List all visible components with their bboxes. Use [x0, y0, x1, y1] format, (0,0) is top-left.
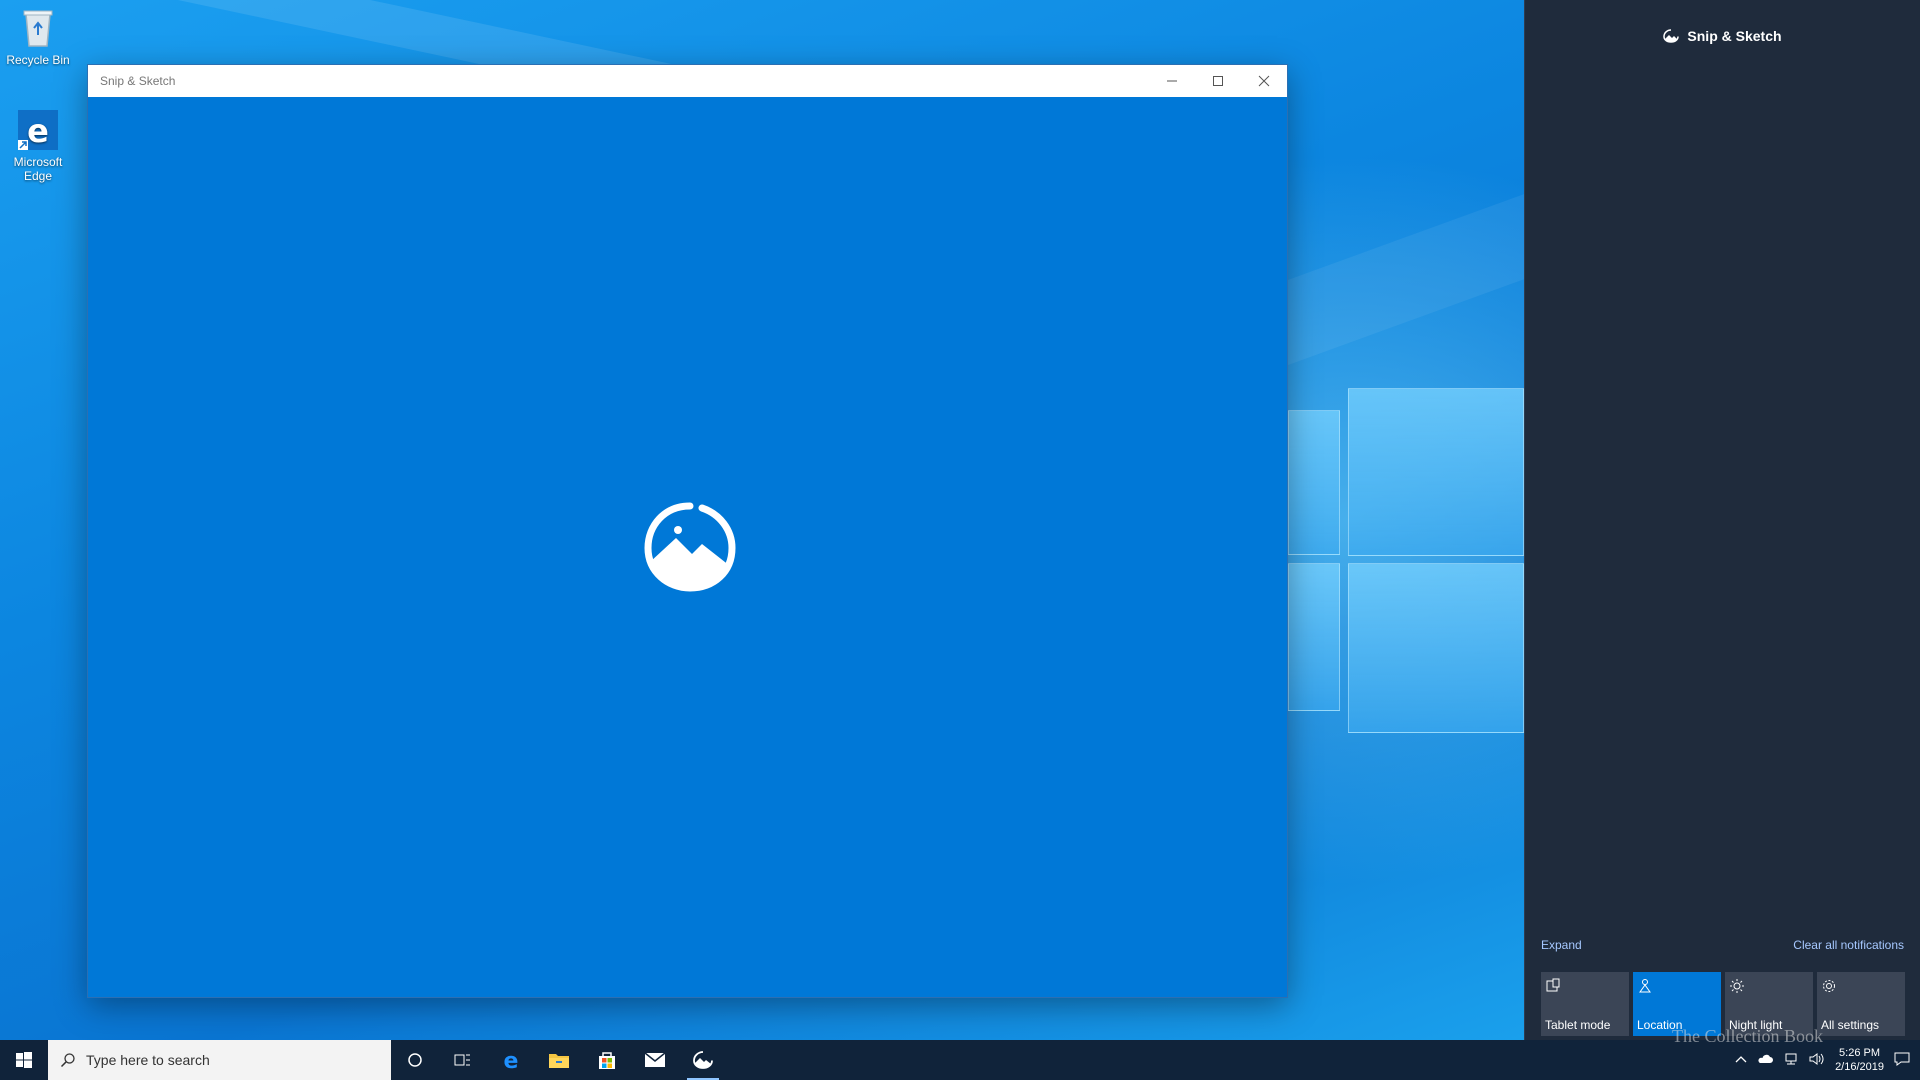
- edge-shortcut[interactable]: e Microsoft Edge: [0, 108, 76, 183]
- task-view-button[interactable]: [439, 1040, 487, 1080]
- svg-text:e: e: [27, 112, 49, 150]
- tile-label: Tablet mode: [1545, 1018, 1611, 1032]
- taskbar: Type here to search e 5:26 PM 2/16/2019: [0, 1040, 1920, 1080]
- volume-button[interactable]: [1809, 1052, 1825, 1069]
- close-icon: [1258, 75, 1270, 87]
- recycle-bin-shortcut[interactable]: Recycle Bin: [0, 6, 76, 67]
- location-icon: [1639, 979, 1651, 993]
- snip-sketch-taskbar-button[interactable]: [679, 1040, 727, 1080]
- search-box[interactable]: Type here to search: [48, 1040, 391, 1080]
- recycle-bin-icon: [16, 6, 60, 50]
- edge-icon: e: [16, 108, 60, 152]
- cortana-icon: [408, 1053, 422, 1067]
- chevron-up-icon: [1735, 1056, 1747, 1063]
- action-center-links: Expand Clear all notifications: [1541, 938, 1904, 952]
- all-settings-tile[interactable]: All settings: [1817, 972, 1905, 1036]
- windows-logo-icon: [16, 1052, 32, 1068]
- expand-link[interactable]: Expand: [1541, 938, 1582, 952]
- window-title: Snip & Sketch: [100, 74, 176, 88]
- night-light-icon: [1730, 979, 1744, 993]
- maximize-button[interactable]: [1195, 65, 1241, 97]
- notification-icon: [1894, 1052, 1910, 1066]
- maximize-icon: [1213, 76, 1223, 86]
- mail-button[interactable]: [631, 1040, 679, 1080]
- clock[interactable]: 5:26 PM 2/16/2019: [1835, 1046, 1884, 1074]
- cortana-button[interactable]: [391, 1040, 439, 1080]
- windows-logo-pane: [1348, 388, 1524, 556]
- tablet-mode-tile[interactable]: Tablet mode: [1541, 972, 1629, 1036]
- task-view-icon: [454, 1054, 470, 1066]
- edge-label: Microsoft Edge: [13, 155, 63, 183]
- clock-date: 2/16/2019: [1835, 1061, 1884, 1073]
- folder-icon: [549, 1054, 569, 1068]
- action-center-button[interactable]: [1894, 1051, 1910, 1070]
- windows-logo-pane: [1288, 563, 1340, 711]
- cloud-icon: [1758, 1054, 1774, 1063]
- search-icon: [60, 1053, 75, 1068]
- start-button[interactable]: [0, 1040, 48, 1080]
- minimize-icon: [1167, 80, 1177, 82]
- gear-icon: [1823, 980, 1835, 992]
- speaker-icon: [1809, 1052, 1824, 1065]
- minimize-button[interactable]: [1149, 65, 1195, 97]
- clear-all-notifications-link[interactable]: Clear all notifications: [1793, 938, 1904, 952]
- notification-group-title: Snip & Sketch: [1687, 28, 1782, 44]
- edge-taskbar-button[interactable]: e: [487, 1040, 535, 1080]
- show-hidden-icons-button[interactable]: [1735, 1054, 1747, 1066]
- close-button[interactable]: [1241, 65, 1287, 97]
- recycle-bin-label: Recycle Bin: [6, 53, 70, 67]
- snip-sketch-app-icon: [693, 1051, 713, 1069]
- windows-logo-pane: [1348, 563, 1524, 733]
- tablet-icon: [1546, 978, 1560, 992]
- snip-sketch-logo-icon: [644, 502, 736, 592]
- store-icon: [599, 1052, 615, 1069]
- network-button[interactable]: [1783, 1052, 1799, 1069]
- windows-logo-pane: [1288, 410, 1340, 555]
- snip-sketch-app-icon: [1663, 29, 1680, 43]
- network-icon: [1785, 1053, 1797, 1064]
- action-center-panel: Snip & Sketch Expand Clear all notificat…: [1524, 0, 1920, 1040]
- svg-text:e: e: [504, 1049, 519, 1071]
- notification-group-header[interactable]: Snip & Sketch: [1525, 28, 1920, 44]
- edge-icon: e: [504, 1049, 519, 1071]
- onedrive-button[interactable]: [1757, 1054, 1774, 1067]
- title-bar[interactable]: Snip & Sketch: [88, 65, 1287, 97]
- mail-icon: [644, 1052, 666, 1067]
- snip-sketch-window[interactable]: Snip & Sketch: [87, 64, 1288, 998]
- tile-label: All settings: [1821, 1018, 1880, 1032]
- search-placeholder: Type here to search: [86, 1052, 210, 1068]
- splash-screen: [88, 97, 1287, 997]
- clock-time: 5:26 PM: [1839, 1047, 1881, 1059]
- store-button[interactable]: [583, 1040, 631, 1080]
- watermark: The Collection Book: [1672, 1026, 1823, 1046]
- file-explorer-button[interactable]: [535, 1040, 583, 1080]
